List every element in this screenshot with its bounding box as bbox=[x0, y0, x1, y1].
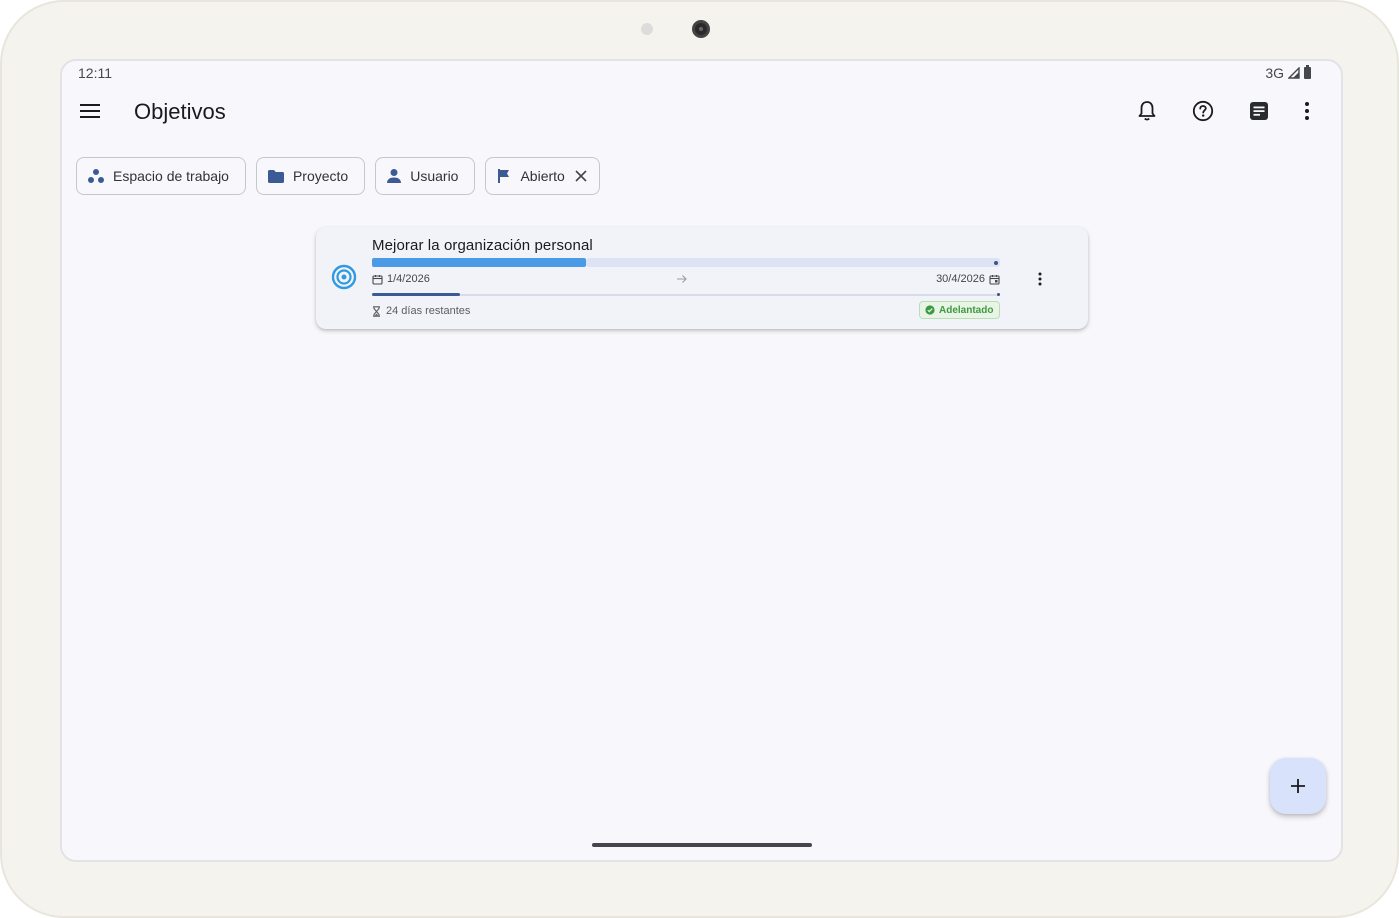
time-elapsed-bar bbox=[372, 293, 1000, 296]
hourglass-icon bbox=[373, 305, 380, 317]
more-options-button[interactable] bbox=[1289, 93, 1325, 129]
calendar-icon bbox=[372, 274, 383, 285]
filter-chip-workspace[interactable]: Espacio de trabajo bbox=[76, 157, 246, 195]
add-icon bbox=[1291, 779, 1305, 793]
filter-chip-project[interactable]: Proyecto bbox=[255, 157, 366, 195]
workspace-icon bbox=[88, 169, 104, 183]
notes-button[interactable] bbox=[1241, 93, 1277, 129]
help-button[interactable] bbox=[1185, 93, 1221, 129]
progress-track bbox=[586, 258, 1000, 267]
help-icon bbox=[1192, 100, 1214, 122]
remaining-time: 24 días restantes bbox=[372, 305, 470, 317]
target-icon bbox=[331, 264, 357, 290]
screen: 12:11 3G Objetivos Espacio de trabajo Pr… bbox=[60, 59, 1343, 862]
start-date: 1/4/2026 bbox=[372, 273, 430, 285]
filter-chip-status[interactable]: Abierto bbox=[485, 157, 600, 195]
front-camera bbox=[692, 20, 710, 38]
filter-chip-label: Proyecto bbox=[292, 168, 349, 184]
sensor-dot bbox=[641, 23, 653, 35]
time-fill bbox=[372, 293, 460, 296]
tablet-frame: 12:11 3G Objetivos Espacio de trabajo Pr… bbox=[0, 0, 1399, 918]
start-date-text: 1/4/2026 bbox=[387, 273, 430, 285]
progress-end-marker bbox=[994, 261, 998, 265]
status-bar: 12:11 3G bbox=[62, 61, 1341, 87]
close-icon bbox=[575, 170, 587, 182]
time-track bbox=[372, 294, 1000, 296]
goal-card[interactable]: Mejorar la organización personal 1/4/202… bbox=[316, 227, 1088, 329]
remove-filter-button[interactable] bbox=[575, 170, 587, 182]
add-goal-button[interactable] bbox=[1270, 758, 1326, 814]
app-bar: Objetivos bbox=[62, 87, 1341, 139]
notifications-icon bbox=[1138, 101, 1156, 121]
status-badge: Adelantado bbox=[919, 301, 1001, 319]
end-date-text: 30/4/2026 bbox=[936, 273, 985, 285]
more-vert-icon bbox=[1038, 272, 1042, 286]
goal-progress-bar bbox=[372, 258, 1000, 267]
notes-icon bbox=[1250, 102, 1268, 120]
filter-chip-label: Abierto bbox=[520, 168, 565, 184]
arrow-right-icon bbox=[677, 275, 687, 283]
status-indicators: 3G bbox=[1265, 65, 1311, 81]
status-badge-text: Adelantado bbox=[939, 304, 994, 316]
notifications-button[interactable] bbox=[1129, 93, 1165, 129]
filter-chip-label: Usuario bbox=[410, 168, 459, 184]
menu-icon bbox=[80, 104, 100, 118]
battery-icon bbox=[1304, 65, 1311, 79]
folder-icon bbox=[267, 169, 284, 183]
page-title: Objetivos bbox=[134, 99, 226, 124]
person-icon bbox=[387, 169, 402, 183]
navigation-handle[interactable] bbox=[592, 843, 812, 847]
flag-icon bbox=[498, 169, 510, 183]
filter-chips: Espacio de trabajo Proyecto Usuario Abie… bbox=[76, 157, 600, 195]
signal-icon bbox=[1288, 67, 1300, 79]
calendar-event-icon bbox=[989, 274, 1000, 285]
end-date: 30/4/2026 bbox=[936, 273, 1000, 285]
remaining-text: 24 días restantes bbox=[386, 305, 471, 317]
status-time: 12:11 bbox=[78, 65, 112, 81]
goal-date-range: 1/4/2026 30/4/2026 bbox=[372, 273, 1000, 287]
goal-title: Mejorar la organización personal bbox=[372, 237, 593, 254]
filter-chip-user[interactable]: Usuario bbox=[375, 157, 476, 195]
menu-button[interactable] bbox=[74, 95, 106, 127]
goal-more-button[interactable] bbox=[1026, 265, 1054, 293]
more-vert-icon bbox=[1305, 102, 1309, 120]
time-end-marker bbox=[997, 293, 1000, 296]
network-type: 3G bbox=[1265, 65, 1284, 81]
filter-chip-label: Espacio de trabajo bbox=[113, 168, 229, 184]
progress-fill bbox=[372, 258, 586, 267]
check-circle-icon bbox=[925, 305, 935, 315]
